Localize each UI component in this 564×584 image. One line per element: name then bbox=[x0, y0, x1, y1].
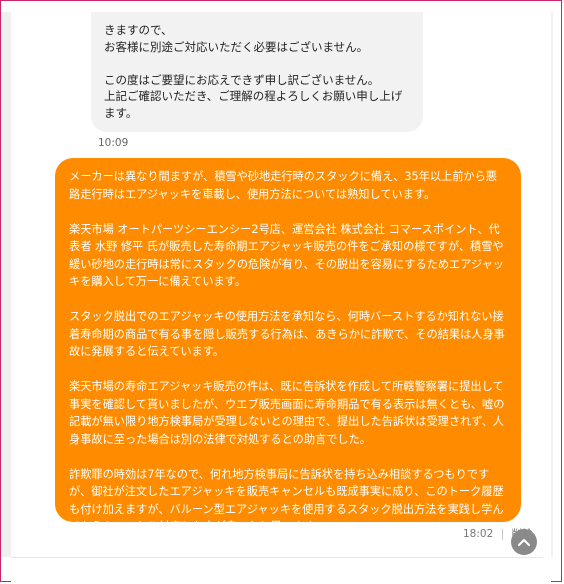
scroll-to-top-button[interactable] bbox=[511, 529, 537, 555]
message-line: お客様に別途ご対応いただく必要はございません。 bbox=[104, 39, 369, 54]
message-paragraph: 楽天市場 オートパーツシーエンシー2号店、運営会社 株式会社 コマースポイント、… bbox=[69, 222, 504, 289]
message-line: 上記ご確認いただき、ご理解の程よろしくお願い申し上げ bbox=[104, 89, 403, 103]
input-area-edge bbox=[11, 557, 543, 583]
chat-thread[interactable]: きますので、 お客様に別途ご対応いただく必要はございません。 この度はご要望にお… bbox=[11, 12, 551, 584]
chevron-up-icon bbox=[518, 539, 530, 546]
outgoing-message-bubble: メーカーは異なり間ますが、積雪や砂地走行時のスタックに備え、35年以上前から悪路… bbox=[55, 158, 521, 533]
message-line: ます。 bbox=[104, 105, 138, 120]
message-line: きますので、 bbox=[104, 23, 173, 37]
outgoing-timestamp: 18:02 bbox=[463, 528, 494, 540]
incoming-message-bubble: きますので、 お客様に別途ご対応いただく必要はございません。 この度はご要望にお… bbox=[91, 12, 423, 132]
message-line: この度はご要望にお応えできず申し訳ございません。 bbox=[104, 72, 380, 87]
message-paragraph: メーカーは異なり間ますが、積雪や砂地走行時のスタックに備え、35年以上前から悪路… bbox=[69, 170, 497, 201]
message-paragraph: スタック脱出でのエアジャッキの使用方法を承知なら、何時バーストするか知れない接着… bbox=[69, 310, 505, 358]
incoming-timestamp: 10:09 bbox=[98, 137, 129, 149]
message-paragraph: 楽天市場の寿命エアジャッキ販売の件は、既に告訴状を作成して所轄警察署に提出して事… bbox=[69, 380, 505, 446]
left-margin bbox=[1, 12, 11, 557]
message-paragraph: 詐欺罪の時効は7年なので、何れ地方検事局に告訴状を持ち込み相談するつもりですが、… bbox=[69, 467, 504, 534]
meta-separator: | bbox=[500, 528, 505, 540]
